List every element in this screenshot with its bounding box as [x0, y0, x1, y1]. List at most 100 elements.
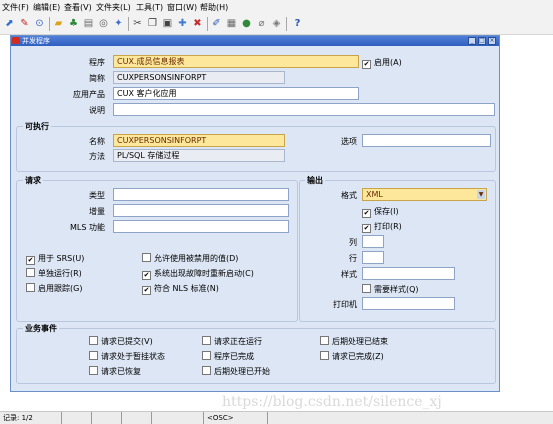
event-checkbox-resumed[interactable]: 请求已恢复	[89, 366, 141, 377]
event-checkbox-submitted[interactable]: 请求已提交(V)	[89, 336, 153, 347]
enabled-checkbox[interactable]: ✔ 启用(A)	[362, 57, 402, 69]
globe-icon[interactable]: ●	[240, 17, 253, 30]
event-label: 请求已恢复	[101, 367, 141, 376]
menu-file[interactable]: 文件(F)	[2, 2, 29, 13]
executable-name-field[interactable]: CUXPERSONSINFORPT	[113, 134, 285, 147]
type-label: 类型	[89, 191, 105, 200]
event-checkbox-request-completed[interactable]: 请求已完成(Z)	[320, 351, 384, 362]
options-label: 选项	[341, 137, 357, 146]
srs-checkbox[interactable]: ✔ 用于 SRS(U)	[26, 253, 84, 265]
toolbar-separator	[207, 17, 208, 31]
required-style-label: 需要样式(Q)	[374, 285, 419, 294]
zoom-icon[interactable]: ⊙	[33, 17, 46, 30]
mls-field[interactable]	[113, 220, 289, 233]
required-style-checkbox[interactable]: 需要样式(Q)	[362, 284, 419, 295]
open-icon[interactable]: ▰	[52, 17, 65, 30]
save-icon[interactable]: ♣	[67, 17, 80, 30]
save-label: 保存(I)	[374, 207, 399, 216]
checkbox-box	[142, 253, 151, 262]
edit-field-icon[interactable]: ✐	[210, 17, 223, 30]
run-alone-label: 单独运行(R)	[38, 269, 82, 278]
help-icon[interactable]: ?	[291, 17, 304, 30]
options-field[interactable]	[362, 134, 491, 147]
close-form-icon[interactable]: ◎	[97, 17, 110, 30]
checkmark-icon: ✔	[26, 256, 35, 265]
allow-disabled-label: 允许使用被禁用的值(D)	[154, 254, 239, 263]
print-icon[interactable]: ▤	[82, 17, 95, 30]
short-name-label: 简称	[89, 74, 105, 83]
enabled-label: 启用(A)	[374, 58, 402, 67]
format-value: XML	[366, 190, 383, 199]
maximize-button[interactable]: □	[478, 37, 486, 45]
business-events-title: 业务事件	[23, 323, 59, 334]
translation-icon[interactable]: ▦	[225, 17, 238, 30]
save-checkbox[interactable]: ✔ 保存(I)	[362, 206, 399, 218]
enable-trace-label: 启用跟踪(G)	[38, 284, 83, 293]
allow-disabled-checkbox[interactable]: 允许使用被禁用的值(D)	[142, 253, 238, 264]
dropdown-arrow-icon[interactable]: ▼	[477, 190, 485, 199]
attachments-icon[interactable]: ✦	[112, 17, 125, 30]
watermark: https://blog.csdn.net/silence_xj	[222, 394, 442, 410]
checkmark-icon: ✔	[362, 209, 371, 218]
rows-field[interactable]	[362, 251, 384, 264]
format-label: 格式	[341, 191, 357, 200]
navigate-icon[interactable]: ✎	[18, 17, 31, 30]
menu-edit[interactable]: 编辑(E)	[33, 2, 60, 13]
minimize-button[interactable]: _	[468, 37, 476, 45]
nls-compliant-label: 符合 NLS 标准(N)	[154, 284, 219, 293]
delete-icon[interactable]: ✖	[191, 17, 204, 30]
menu-help[interactable]: 帮助(H)	[200, 2, 228, 13]
checkbox-box	[26, 283, 35, 292]
enable-trace-checkbox[interactable]: 启用跟踪(G)	[26, 283, 82, 294]
status-cell	[92, 412, 122, 424]
checkmark-icon: ✔	[362, 60, 371, 69]
new-record-icon[interactable]: ⬈	[3, 17, 16, 30]
printer-field[interactable]	[362, 297, 455, 310]
osc-indicator: <OSC>	[204, 412, 268, 424]
checkbox-box	[320, 336, 329, 345]
status-cell	[62, 412, 92, 424]
copy-icon[interactable]: ❐	[146, 17, 159, 30]
menu-window[interactable]: 窗口(W)	[167, 2, 197, 13]
event-checkbox-program-completed[interactable]: 程序已完成	[202, 351, 254, 362]
increment-label: 增量	[89, 207, 105, 216]
menu-view[interactable]: 查看(V)	[64, 2, 92, 13]
short-name-field[interactable]: CUXPERSONSINFORPT	[113, 71, 285, 84]
toolbar-separator	[128, 17, 129, 31]
method-field[interactable]: PL/SQL 存储过程	[113, 149, 285, 162]
run-alone-checkbox[interactable]: 单独运行(R)	[26, 268, 82, 279]
attachment-clip-icon[interactable]: ⌀	[255, 17, 268, 30]
description-field[interactable]	[113, 103, 495, 116]
program-field[interactable]: CUX.成员信息报表	[113, 55, 359, 68]
menu-tools[interactable]: 工具(T)	[136, 2, 163, 13]
increment-field[interactable]	[113, 204, 289, 217]
type-field[interactable]	[113, 188, 289, 201]
rows-label: 行	[349, 254, 357, 263]
event-checkbox-postprocess-ended[interactable]: 后期处理已结束	[320, 336, 388, 347]
event-label: 请求已提交(V)	[101, 337, 153, 346]
paste-icon[interactable]: ▣	[161, 17, 174, 30]
menu-folder[interactable]: 文件夹(L)	[96, 2, 131, 13]
folder-tools-icon[interactable]: ◈	[270, 17, 283, 30]
close-button[interactable]: ×	[488, 37, 496, 45]
columns-field[interactable]	[362, 235, 384, 248]
event-checkbox-running[interactable]: 请求正在运行	[202, 336, 262, 347]
checkmark-icon: ✔	[362, 224, 371, 233]
style-field[interactable]	[362, 267, 455, 280]
toolbar: ⬈ ✎ ⊙ ▰ ♣ ▤ ◎ ✦ ✂ ❐ ▣ ✚ ✖ ✐ ▦ ● ⌀ ◈ ?	[0, 14, 553, 35]
event-label: 请求正在运行	[214, 337, 262, 346]
status-bar: 记录: 1/2 <OSC>	[0, 411, 553, 424]
restart-on-failure-label: 系统出现故障时重新启动(C)	[154, 269, 254, 278]
checkbox-box	[89, 336, 98, 345]
window-icon	[12, 37, 20, 44]
cut-icon[interactable]: ✂	[131, 17, 144, 30]
event-checkbox-postprocess-started[interactable]: 后期处理已开始	[202, 366, 270, 377]
print-checkbox[interactable]: ✔ 打印(R)	[362, 221, 402, 233]
restart-on-failure-checkbox[interactable]: ✔ 系统出现故障时重新启动(C)	[142, 268, 254, 280]
application-field[interactable]: CUX 客户化应用	[113, 87, 359, 100]
checkbox-box	[26, 268, 35, 277]
format-select[interactable]: XML ▼	[362, 188, 487, 201]
new-icon[interactable]: ✚	[176, 17, 189, 30]
event-checkbox-on-hold[interactable]: 请求处于暂挂状态	[89, 351, 165, 362]
nls-compliant-checkbox[interactable]: ✔ 符合 NLS 标准(N)	[142, 283, 219, 295]
